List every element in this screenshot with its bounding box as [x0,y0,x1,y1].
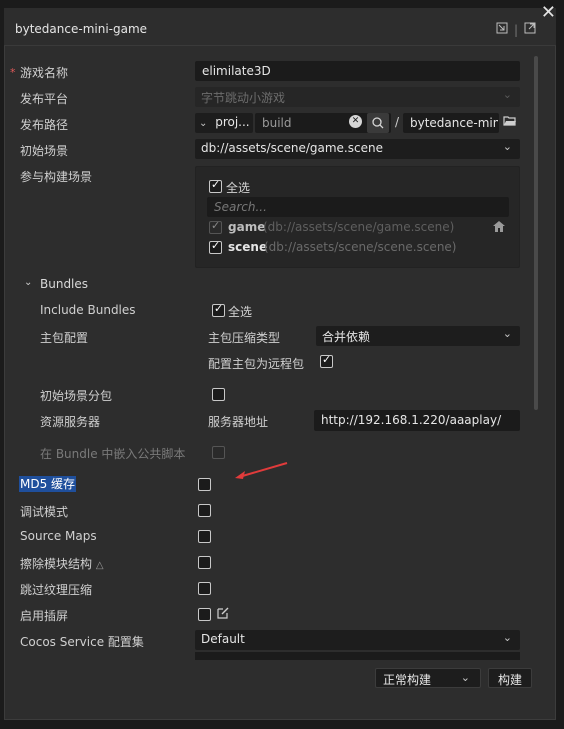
subpackage-checkbox[interactable] [212,388,225,401]
select-all-label: 全选 [226,181,251,195]
embed-scripts-label: 在 Bundle 中嵌入公共脚本 [40,447,186,461]
path-label: 发布路径 [20,118,69,132]
start-scene-value: db://assets/scene/game.scene [201,141,383,155]
cocos-service-label: Cocos Service 配置集 [20,635,144,649]
path-prefix-select[interactable]: ⌄ proj... [195,113,253,133]
compression-select[interactable]: 合并依赖 ⌄ [316,326,520,346]
start-scene-label: 初始场景 [20,144,69,158]
compression-label: 主包压缩类型 [208,331,281,345]
scene-name-game: game [228,220,266,234]
debug-mode-checkbox[interactable] [198,504,211,517]
scene-checkbox-scene[interactable] [209,239,222,254]
erase-modules-text: 擦除模块结构 [20,557,93,571]
splash-checkbox[interactable] [198,608,211,621]
chevron-down-icon: ⌄ [460,671,470,684]
chevron-down-icon: ⌄ [502,631,512,644]
md5-cache-checkbox[interactable] [198,478,211,491]
chevron-down-icon: ⌄ [199,118,208,129]
game-name-input[interactable]: elimilate3D [195,61,520,81]
resource-server-label: 资源服务器 [40,415,101,429]
subpackage-label: 初始场景分包 [40,389,113,403]
scene-search-input[interactable]: Search... [207,197,509,217]
platform-select: 字节跳动小游戏 ⌄ [195,87,520,107]
server-address-label: 服务器地址 [208,415,269,429]
scrollbar[interactable] [534,56,538,410]
source-maps-label: Source Maps [20,529,97,543]
path-suffix-input[interactable]: bytedance-mini-g [403,113,499,133]
game-name-label: 游戏名称 [20,66,69,80]
import-icon[interactable] [496,22,508,37]
search-icon[interactable] [367,113,389,133]
erase-modules-label: 擦除模块结构 △ [20,555,104,572]
skip-texture-label: 跳过纹理压缩 [20,583,93,597]
source-maps-checkbox[interactable] [198,530,211,543]
compression-value: 合并依赖 [322,330,371,344]
platform-value: 字节跳动小游戏 [201,91,286,105]
erase-modules-checkbox[interactable] [198,556,211,569]
remote-package-label: 配置主包为远程包 [208,357,305,371]
embed-scripts-checkbox [212,446,225,459]
title-bar-icons: | [496,22,536,37]
folder-icon[interactable] [503,114,517,131]
scene-name-scene: scene [228,240,268,254]
warning-icon: △ [95,560,104,571]
path-prefix-value: proj... [215,115,250,129]
cocos-service-value: Default [201,632,245,646]
home-icon [492,220,506,236]
export-icon[interactable] [524,22,536,37]
main-config-label: 主包配置 [40,331,89,345]
scene-path-game: (db://assets/scene/game.scene) [263,220,455,234]
window-title: bytedance-mini-game [15,22,148,36]
edit-icon[interactable] [216,606,230,623]
scene-path-scene: (db://assets/scene/scene.scene) [264,240,457,254]
build-scenes-label: 参与构建场景 [20,170,93,184]
scene-checkbox-game [209,219,222,234]
clear-icon[interactable]: ✕ [349,115,362,128]
annotation-arrow-icon [235,462,288,479]
cocos-service-panel [195,652,520,660]
skip-texture-checkbox[interactable] [198,582,211,595]
server-address-input[interactable]: http://192.168.1.220/aaaplay/ [314,410,520,431]
required-marker: * [10,66,16,79]
bundles-section-label[interactable]: Bundles [40,277,88,291]
path-separator: / [395,115,400,129]
chevron-down-icon: ⌄ [502,327,512,340]
chevron-down-icon[interactable]: ⌄ [24,277,32,288]
build-mode-value: 正常构建 [383,673,432,687]
chevron-down-icon: ⌄ [502,88,512,101]
close-icon[interactable]: ✕ [541,4,556,22]
select-all-scenes-checkbox[interactable] [209,178,222,193]
platform-label: 发布平台 [20,92,69,106]
splash-label: 启用插屏 [20,609,69,623]
include-bundles-value: 全选 [228,305,253,319]
md5-cache-label: MD5 缓存 [19,476,77,492]
path-value: build [262,116,292,130]
cocos-service-select[interactable]: Default ⌄ [195,630,520,650]
chevron-down-icon: ⌄ [502,140,512,153]
build-mode-select[interactable]: 正常构建 ⌄ [375,668,481,688]
title-bar: bytedance-mini-game | [4,8,556,46]
remote-package-checkbox[interactable] [320,353,333,368]
include-bundles-label: Include Bundles [40,303,136,317]
build-button[interactable]: 构建 [488,668,532,688]
start-scene-select[interactable]: db://assets/scene/game.scene ⌄ [195,139,520,159]
include-bundles-checkbox[interactable] [212,302,225,317]
debug-mode-label: 调试模式 [20,505,69,519]
